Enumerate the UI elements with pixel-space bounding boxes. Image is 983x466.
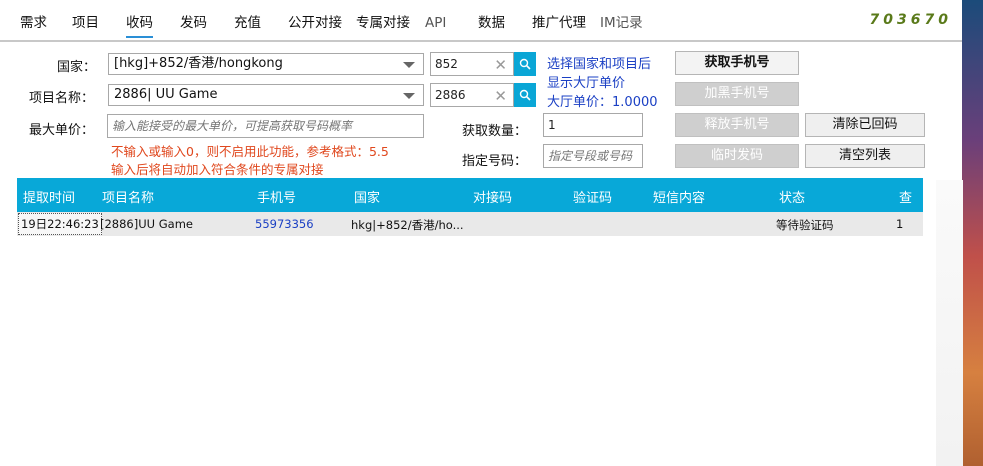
quantity-value: 1: [548, 118, 556, 132]
cell-project-name: [2886]UU Game: [100, 217, 193, 231]
clear-returned-button[interactable]: 清除已回码: [805, 113, 925, 137]
col-sms-content[interactable]: 短信内容: [653, 187, 705, 206]
tab-public-dock[interactable]: 公开对接: [288, 14, 342, 36]
project-code-value: 2886: [435, 88, 466, 102]
tab-exclusive-dock[interactable]: 专属对接: [356, 14, 410, 36]
country-code-value: 852: [435, 57, 458, 71]
country-select-value: [hkg]+852/香港/hongkong: [114, 56, 283, 71]
chevron-down-icon: [403, 62, 415, 68]
country-select[interactable]: [hkg]+852/香港/hongkong: [108, 53, 424, 75]
table-row[interactable]: 19日22:46:23 [2886]UU Game 55973356 hkg|+…: [17, 212, 923, 236]
project-select[interactable]: 2886| UU Game: [108, 84, 424, 106]
tab-recharge[interactable]: 充值: [234, 14, 261, 36]
country-label: 国家：: [57, 60, 97, 75]
temp-send-code-button[interactable]: 临时发码: [675, 144, 799, 168]
chevron-down-icon: [403, 93, 415, 99]
search-icon: [519, 58, 531, 70]
country-code-input[interactable]: 852 ✕: [430, 52, 514, 76]
cell-status: 等待验证码: [776, 218, 834, 232]
search-icon: [519, 89, 531, 101]
tab-demand[interactable]: 需求: [20, 14, 47, 36]
hint-line2: 输入后将自动加入符合条件的专属对接: [111, 162, 324, 177]
tab-receive-code[interactable]: 收码: [126, 14, 153, 38]
country-search-button[interactable]: [514, 52, 536, 76]
specify-number-label: 指定号码：: [462, 154, 528, 169]
tab-promotion-agent[interactable]: 推广代理: [532, 14, 586, 36]
col-phone-number[interactable]: 手机号: [257, 187, 296, 206]
max-price-input[interactable]: [107, 114, 424, 138]
tab-api[interactable]: API: [425, 14, 446, 36]
blacklist-number-button[interactable]: 加黑手机号: [675, 82, 799, 106]
col-status[interactable]: 状态: [779, 187, 805, 206]
clear-list-button[interactable]: 清空列表: [805, 144, 925, 168]
clear-icon[interactable]: ✕: [494, 54, 507, 76]
user-code: 703670: [869, 12, 952, 28]
project-search-button[interactable]: [514, 83, 536, 107]
hall-price-value: 1.0000: [612, 95, 658, 110]
desktop-background: [962, 0, 983, 466]
tab-project[interactable]: 项目: [72, 14, 99, 36]
cell-check: 1: [896, 217, 904, 231]
specify-number-input[interactable]: [543, 144, 643, 168]
project-select-value: 2886| UU Game: [114, 87, 218, 102]
get-number-button[interactable]: 获取手机号: [675, 51, 799, 75]
cell-country: hkg|+852/香港/ho...: [351, 218, 464, 232]
col-dock-code[interactable]: 对接码: [473, 187, 512, 206]
quantity-input[interactable]: 1: [543, 113, 643, 137]
info-text-line1: 选择国家和项目后: [547, 57, 652, 72]
col-check[interactable]: 查: [899, 187, 912, 206]
max-price-label: 最大单价：: [29, 123, 95, 138]
cell-extract-time: 19日22:46:23: [18, 213, 102, 235]
col-project-name[interactable]: 项目名称: [102, 187, 154, 206]
clear-icon[interactable]: ✕: [494, 85, 507, 107]
table-header: 提取时间 项目名称 手机号 国家 对接码 验证码 短信内容 状态 查: [17, 178, 923, 212]
cell-phone-number[interactable]: 55973356: [255, 217, 314, 231]
project-code-input[interactable]: 2886 ✕: [430, 83, 514, 107]
tab-im-records[interactable]: IM记录: [600, 14, 643, 36]
col-extract-time[interactable]: 提取时间: [23, 187, 75, 206]
hall-price-label: 大厅单价：: [547, 95, 613, 110]
info-text-line2: 显示大厅单价: [547, 76, 626, 91]
release-number-button[interactable]: 释放手机号: [675, 113, 799, 137]
col-country[interactable]: 国家: [354, 187, 380, 206]
top-navigation: 需求 项目 收码 发码 充值 公开对接 专属对接 API 数据 推广代理 IM记…: [0, 0, 962, 42]
quantity-label: 获取数量：: [462, 124, 528, 139]
tab-data[interactable]: 数据: [478, 14, 505, 36]
col-verify-code[interactable]: 验证码: [573, 187, 612, 206]
hall-price: 大厅单价：1.0000: [547, 91, 658, 110]
project-label: 项目名称：: [29, 91, 95, 106]
hint-line1: 不输入或输入0，则不启用此功能，参考格式：5.5: [111, 144, 389, 159]
window-edge: [936, 180, 963, 466]
tab-send-code[interactable]: 发码: [180, 14, 207, 36]
